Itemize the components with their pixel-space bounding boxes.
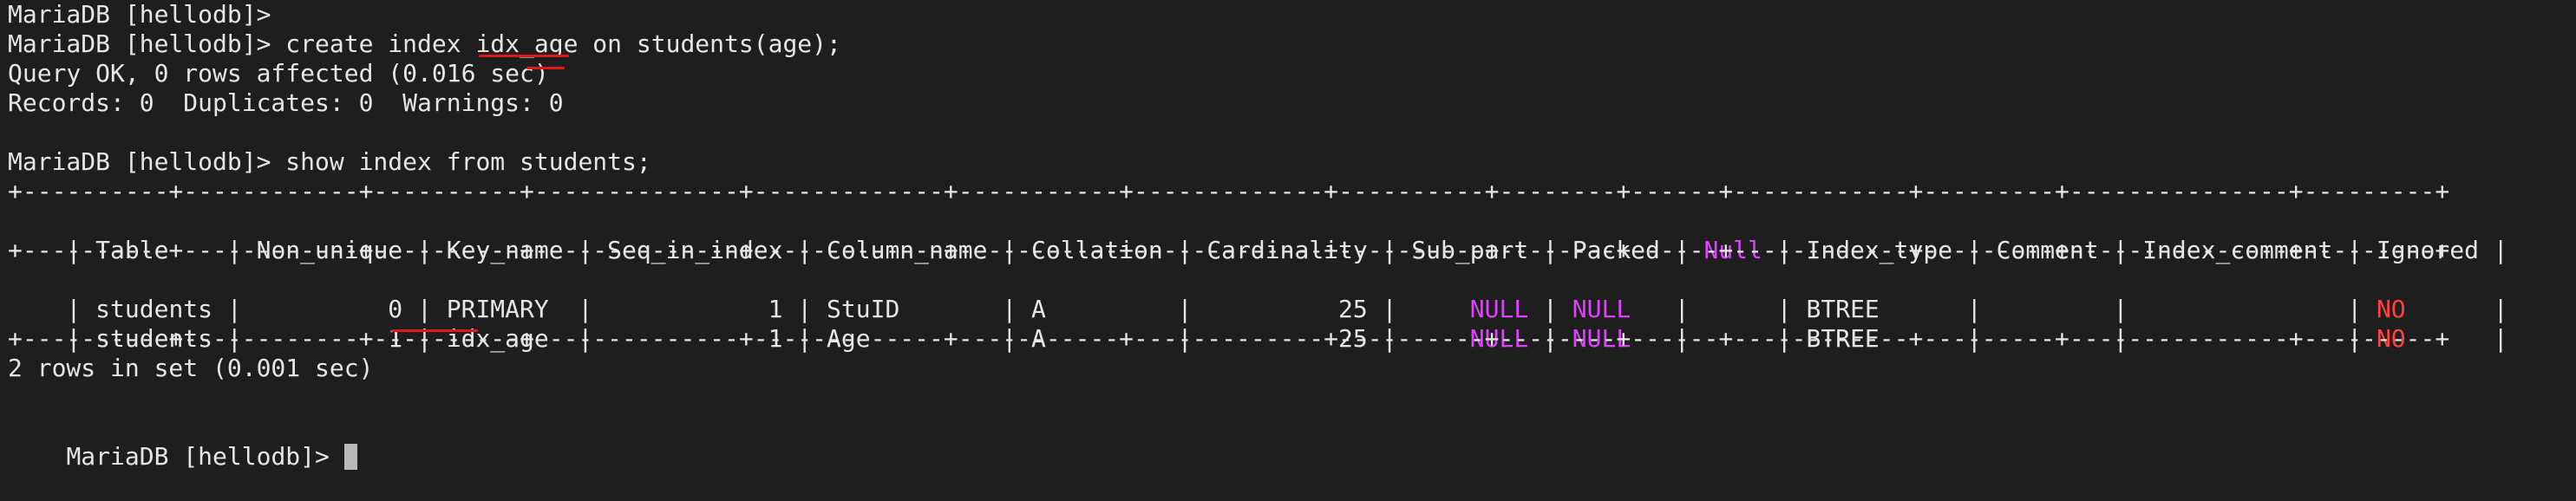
table-header-row: | Table | Non_unique | Key_name | Seq_in… <box>8 206 2566 264</box>
active-prompt-line[interactable]: MariaDB [hellodb]> <box>8 413 2566 471</box>
table-border-header: +----------+------------+----------+----… <box>8 236 2450 264</box>
row-separator: | <box>1528 295 1572 323</box>
records-output: Records: 0 Duplicates: 0 Warnings: 0 <box>8 88 564 117</box>
prompt-line: MariaDB [hellodb]> <box>8 0 271 29</box>
rows-in-set-output: 2 rows in set (0.001 sec) <box>8 354 374 382</box>
query-ok-output: Query OK, 0 rows affected (0.016 sec) <box>8 59 549 88</box>
annotation-underline-output <box>526 67 565 69</box>
ignored-no: NO <box>2376 295 2406 323</box>
row-end: | <box>2405 295 2508 323</box>
terminal-window[interactable]: MariaDB [hellodb]> MariaDB [hellodb]> cr… <box>8 0 2566 471</box>
table-row: | students | 0 | PRIMARY | 1 | StuID | A… <box>8 265 2566 323</box>
text-cursor <box>343 444 357 470</box>
prompt-text: MariaDB [hellodb]> <box>66 442 344 471</box>
row-cells-mid: | | BTREE | | | <box>1631 295 2377 323</box>
sub-part-null: NULL <box>1469 295 1529 323</box>
packed-null: NULL <box>1572 295 1631 323</box>
annotation-underline-command <box>479 55 569 57</box>
table-border-top: +----------+------------+----------+----… <box>8 177 2450 205</box>
row-cells: | students | 0 | PRIMARY | 1 | StuID | A… <box>66 295 1470 323</box>
annotation-underline-key-name <box>391 329 478 332</box>
create-index-command: MariaDB [hellodb]> create index idx_age … <box>8 29 841 58</box>
show-index-command: MariaDB [hellodb]> show index from stude… <box>8 147 651 176</box>
